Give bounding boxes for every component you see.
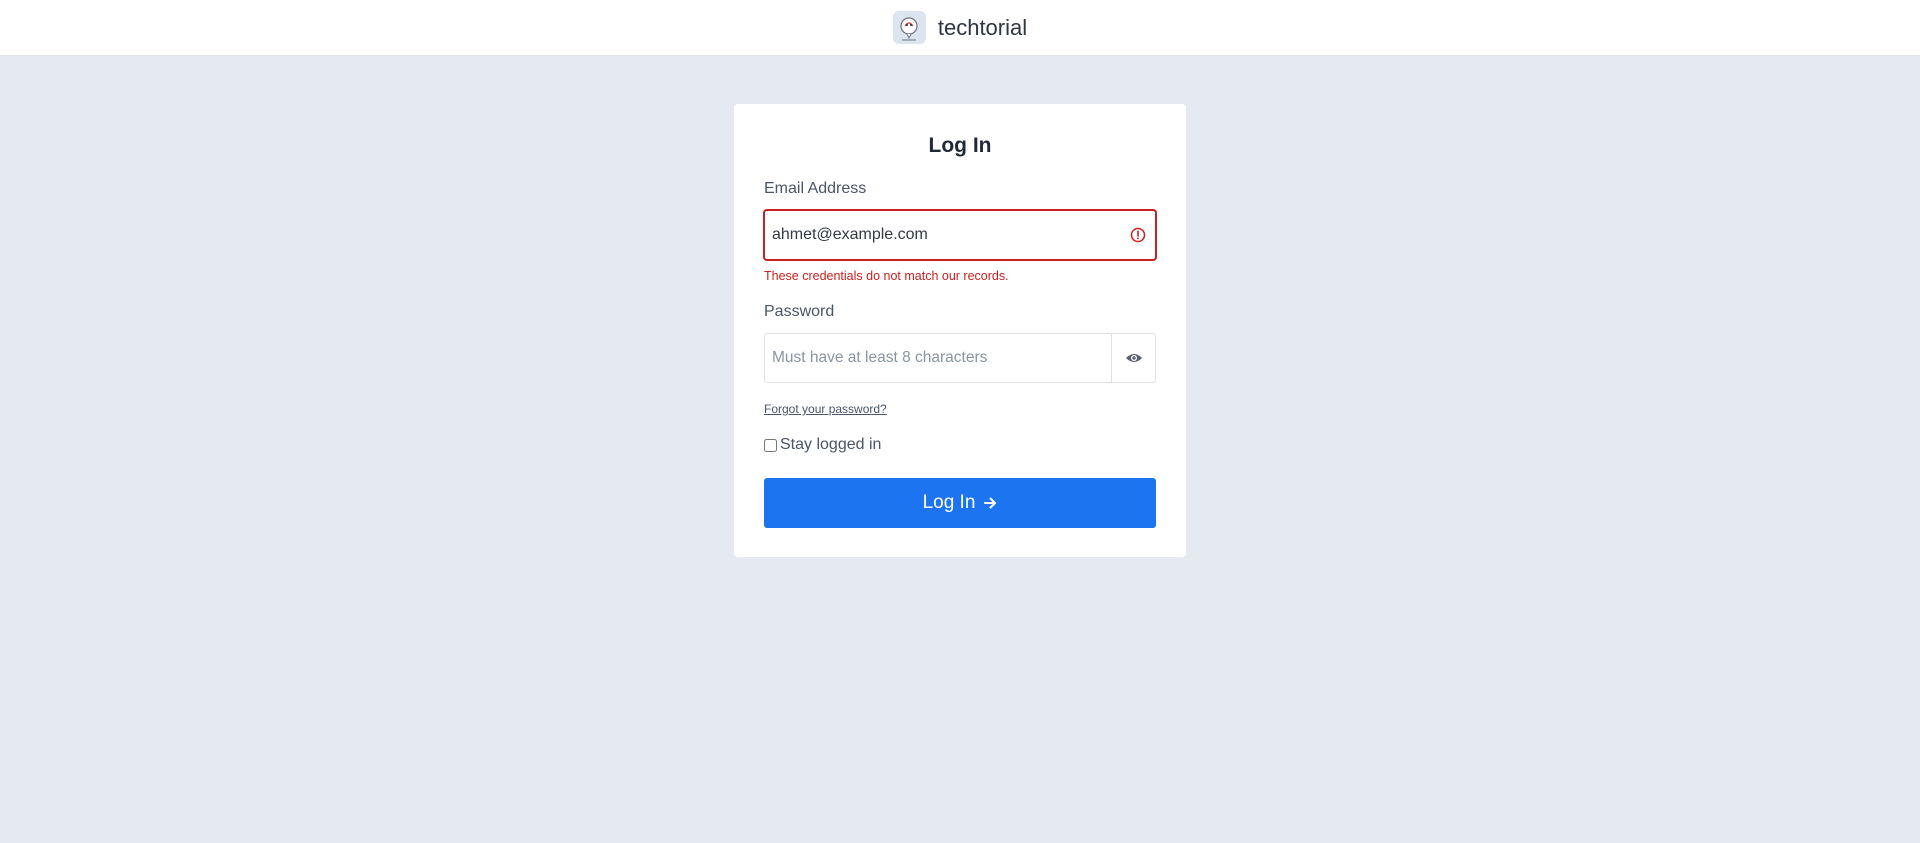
- login-card: Log In Email Address These credentials d…: [734, 104, 1186, 557]
- password-visibility-toggle[interactable]: [1111, 334, 1155, 382]
- password-field-wrapper: [764, 333, 1156, 383]
- password-label: Password: [764, 303, 835, 320]
- stay-logged-in-row: Stay logged in: [764, 436, 1156, 454]
- login-button[interactable]: Log In: [764, 478, 1156, 528]
- email-label: Email Address: [764, 180, 867, 197]
- top-bar: techtorial: [0, 0, 1920, 56]
- arrow-right-icon: [984, 497, 997, 509]
- eye-icon: [1125, 354, 1142, 362]
- forgot-password-link[interactable]: Forgot your password?: [764, 402, 887, 416]
- email-field-wrapper: [764, 210, 1156, 260]
- stay-logged-in-checkbox[interactable]: [764, 438, 777, 452]
- email-field[interactable]: [765, 211, 1119, 259]
- login-button-label: Log In: [922, 492, 976, 513]
- brand-name[interactable]: techtorial: [938, 15, 1027, 41]
- page-title: Log In: [928, 134, 992, 157]
- password-field[interactable]: [765, 334, 1111, 382]
- brand-logo[interactable]: [892, 11, 926, 44]
- alert-circle-icon: [1130, 227, 1146, 243]
- email-error-message: These credentials do not match our recor…: [764, 269, 1009, 283]
- stay-logged-in-label[interactable]: Stay logged in: [780, 436, 881, 454]
- chat-bubble-mascot-icon: [900, 16, 918, 40]
